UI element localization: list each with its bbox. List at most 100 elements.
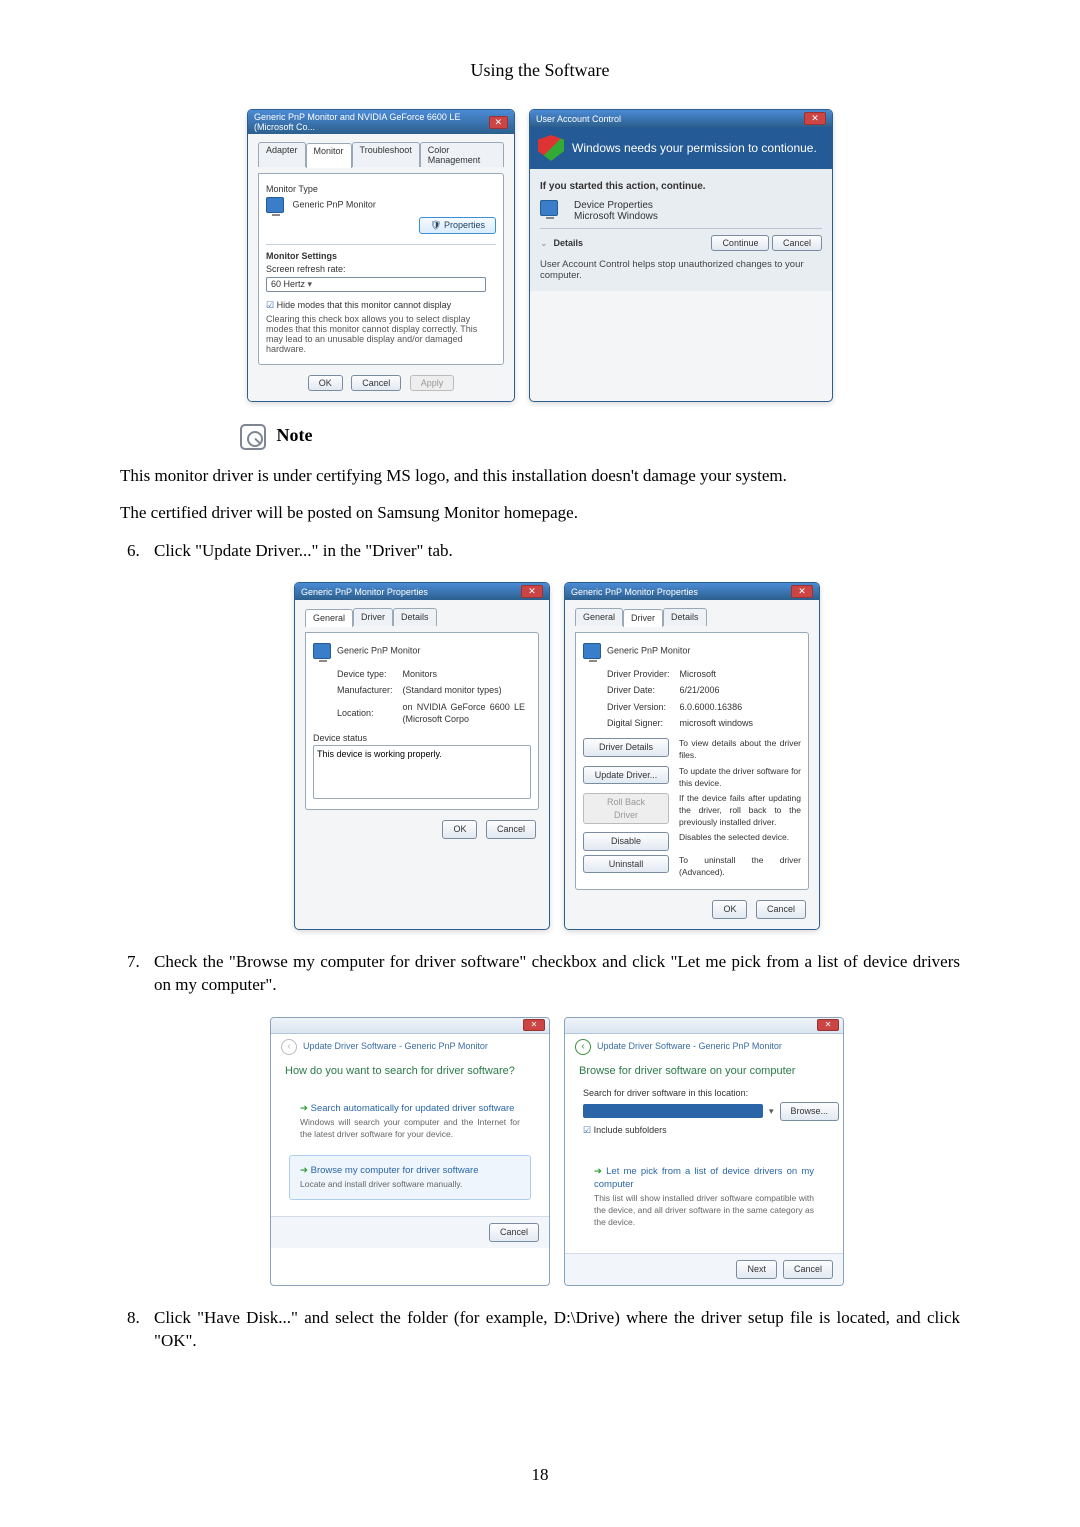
location-label: Search for driver software in this locat… [583, 1087, 825, 1099]
option-desc: Windows will search your computer and th… [300, 1117, 520, 1140]
chevron-down-icon[interactable]: ▾ [769, 1105, 774, 1117]
update-driver-button[interactable]: Update Driver... [583, 766, 669, 784]
cancel-button[interactable]: Cancel [772, 235, 822, 251]
close-icon[interactable]: ✕ [489, 116, 508, 129]
refresh-rate-dropdown[interactable]: 60 Hertz [266, 277, 486, 292]
step-8-text: Click "Have Disk..." and select the fold… [154, 1308, 960, 1350]
monitor-settings-dialog: Generic PnP Monitor and NVIDIA GeForce 6… [247, 109, 515, 402]
close-icon[interactable]: ✕ [804, 112, 826, 125]
close-icon[interactable]: ✕ [521, 585, 543, 598]
step-8: Click "Have Disk..." and select the fold… [144, 1306, 960, 1353]
titlebar: Generic PnP Monitor and NVIDIA GeForce 6… [248, 110, 514, 134]
properties-button[interactable]: 🛡 Properties [419, 217, 496, 234]
wizard-crumb: Update Driver Software - Generic PnP Mon… [303, 1040, 488, 1052]
hide-modes-desc: Clearing this check box allows you to se… [266, 314, 496, 354]
step-6-text: Click "Update Driver..." in the "Driver"… [154, 541, 453, 560]
uac-headline: Windows needs your permission to contion… [530, 127, 832, 169]
manufacturer-value: (Standard monitor types) [399, 683, 529, 697]
close-icon[interactable]: ✕ [817, 1019, 839, 1031]
note-heading: Note [240, 424, 960, 450]
wizard-heading: How do you want to search for driver sof… [271, 1060, 549, 1081]
cancel-button[interactable]: Cancel [486, 820, 536, 838]
details-toggle[interactable]: Details [554, 238, 584, 248]
device-name: Generic PnP Monitor [337, 645, 420, 655]
tab-general[interactable]: General [305, 609, 353, 626]
step-6: Click "Update Driver..." in the "Driver"… [144, 539, 960, 930]
close-icon[interactable]: ✕ [791, 585, 813, 598]
document-page: Using the Software Generic PnP Monitor a… [0, 0, 1080, 1527]
tab-details[interactable]: Details [663, 608, 707, 625]
option-title: Browse my computer for driver software [300, 1164, 520, 1177]
cancel-button[interactable]: Cancel [351, 375, 401, 391]
location-label: Location: [333, 700, 397, 727]
titlebar: User Account Control ✕ [530, 110, 832, 127]
figure-row-1: Generic PnP Monitor and NVIDIA GeForce 6… [120, 109, 960, 402]
include-subfolders-checkbox[interactable]: Include subfolders [583, 1124, 825, 1136]
program-icon [540, 200, 558, 216]
ok-button[interactable]: OK [712, 900, 747, 918]
disable-desc: Disables the selected device. [679, 832, 801, 844]
cancel-button[interactable]: Cancel [489, 1223, 539, 1241]
refresh-rate-label: Screen refresh rate: [266, 264, 496, 274]
let-me-pick-option[interactable]: Let me pick from a list of device driver… [583, 1156, 825, 1237]
browse-button[interactable]: Browse... [780, 1102, 840, 1120]
disable-button[interactable]: Disable [583, 832, 669, 850]
tab-troubleshoot[interactable]: Troubleshoot [352, 142, 420, 167]
continue-button[interactable]: Continue [711, 235, 769, 251]
ok-button[interactable]: OK [442, 820, 477, 838]
uac-headline-text: Windows needs your permission to contion… [572, 141, 817, 155]
note-label: Note [277, 425, 313, 445]
back-icon: ‹ [281, 1039, 297, 1055]
ok-button[interactable]: OK [308, 375, 343, 391]
date-label: Driver Date: [603, 683, 674, 697]
location-combobox[interactable] [583, 1104, 763, 1118]
chevron-down-icon[interactable]: ⌄ [540, 238, 548, 249]
monitor-icon [313, 643, 331, 659]
next-button[interactable]: Next [736, 1260, 777, 1278]
device-properties-driver: Generic PnP Monitor Properties ✕ General… [564, 582, 820, 929]
tab-monitor[interactable]: Monitor [306, 143, 352, 168]
roll-back-desc: If the device fails after updating the d… [679, 793, 801, 828]
tab-adapter[interactable]: Adapter [258, 142, 306, 167]
uninstall-button[interactable]: Uninstall [583, 855, 669, 873]
tab-driver[interactable]: Driver [623, 609, 663, 626]
location-value: on NVIDIA GeForce 6600 LE (Microsoft Cor… [399, 700, 529, 727]
apply-button: Apply [410, 375, 455, 391]
monitor-type-text: Generic PnP Monitor [293, 199, 376, 209]
tab-color-management[interactable]: Color Management [420, 142, 504, 167]
wizard-heading: Browse for driver software on your compu… [565, 1060, 843, 1081]
tab-driver[interactable]: Driver [353, 608, 393, 625]
devtype-label: Device type: [333, 667, 397, 681]
devtype-value: Monitors [399, 667, 529, 681]
tab-details[interactable]: Details [393, 608, 437, 625]
cancel-button[interactable]: Cancel [783, 1260, 833, 1278]
monitor-type-value: Generic PnP Monitor [266, 197, 496, 213]
note-icon [240, 424, 266, 450]
monitor-settings-label: Monitor Settings [266, 251, 496, 261]
cancel-button[interactable]: Cancel [756, 900, 806, 918]
window-title: User Account Control [536, 114, 621, 124]
close-icon[interactable]: ✕ [523, 1019, 545, 1031]
tab-general[interactable]: General [575, 608, 623, 625]
hide-modes-checkbox[interactable]: Hide modes that this monitor cannot disp… [266, 300, 496, 311]
back-icon[interactable]: ‹ [575, 1039, 591, 1055]
uninstall-desc: To uninstall the driver (Advanced). [679, 855, 801, 878]
monitor-icon [583, 643, 601, 659]
option-title: Search automatically for updated driver … [300, 1102, 520, 1115]
driver-details-button[interactable]: Driver Details [583, 738, 669, 756]
version-label: Driver Version: [603, 700, 674, 714]
manufacturer-label: Manufacturer: [333, 683, 397, 697]
search-automatically-option[interactable]: Search automatically for updated driver … [289, 1093, 531, 1150]
update-driver-desc: To update the driver software for this d… [679, 766, 801, 789]
provider-value: Microsoft [676, 667, 758, 681]
tab-row: Adapter Monitor Troubleshoot Color Manag… [258, 142, 504, 167]
shield-icon [538, 135, 564, 161]
figure-row-2: Generic PnP Monitor Properties ✕ General… [154, 582, 960, 929]
titlebar: Generic PnP Monitor Properties ✕ [565, 583, 819, 600]
browse-my-computer-option[interactable]: Browse my computer for driver software L… [289, 1155, 531, 1200]
window-title: Generic PnP Monitor Properties [571, 586, 698, 598]
driver-details-desc: To view details about the driver files. [679, 738, 801, 761]
figure-row-3: ✕ ‹ Update Driver Software - Generic PnP … [154, 1017, 960, 1286]
device-name: Generic PnP Monitor [607, 645, 690, 655]
date-value: 6/21/2006 [676, 683, 758, 697]
